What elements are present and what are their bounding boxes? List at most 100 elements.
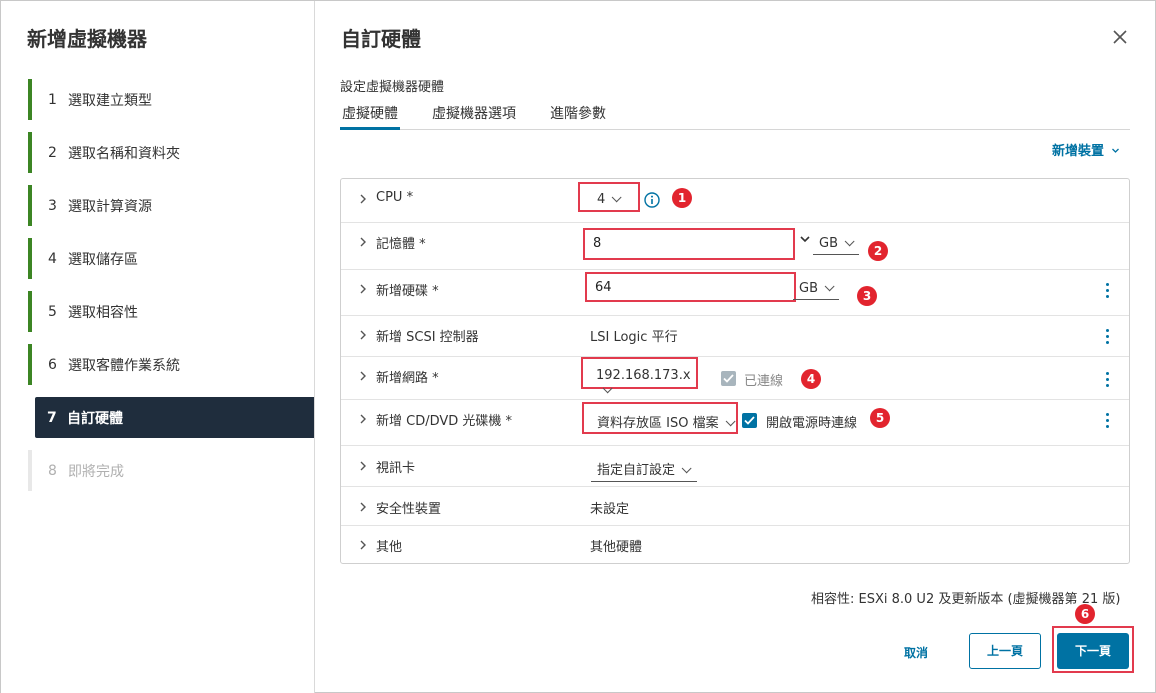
cdrom-source-select[interactable]: 資料存放區 ISO 檔案 <box>591 412 736 435</box>
network-select[interactable]: 192.168.173.x <box>590 368 693 402</box>
chevron-down-icon <box>824 281 835 292</box>
step-number: 3 <box>48 197 57 214</box>
chevron-down-icon <box>844 236 855 247</box>
scsi-label: 新增 SCSI 控制器 <box>376 330 479 345</box>
chevron-right-icon[interactable] <box>358 461 368 471</box>
memory-label: 記憶體 * <box>376 237 426 252</box>
hw-row-scsi: 新增 SCSI 控制器 LSI Logic 平行 <box>341 316 1129 357</box>
disk-more-menu[interactable] <box>1104 283 1110 299</box>
chevron-right-icon[interactable] <box>358 371 368 381</box>
tab-bar: 虛擬硬體 虛擬機器選項 進階參數 <box>340 101 1130 130</box>
step-label: 選取建立類型 <box>68 92 152 109</box>
chevron-right-icon[interactable] <box>358 330 368 340</box>
chevron-down-icon <box>611 192 622 203</box>
step-number: 4 <box>48 250 57 267</box>
cdrom-more-menu[interactable] <box>1104 413 1110 429</box>
annotation-badge-2: 2 <box>868 241 888 261</box>
chevron-right-icon[interactable] <box>358 284 368 294</box>
scsi-value: LSI Logic 平行 <box>590 330 678 345</box>
content-panel: 自訂硬體 設定虛擬機器硬體 虛擬硬體 虛擬機器選項 進階參數 新增裝置 CPU … <box>316 1 1156 693</box>
memory-input[interactable]: 8 <box>583 228 795 260</box>
hw-row-cdrom: 新增 CD/DVD 光碟機 * 資料存放區 ISO 檔案 開啟電源時連線 5 <box>341 400 1129 446</box>
chevron-right-icon[interactable] <box>358 502 368 512</box>
video-label: 視訊卡 <box>376 461 416 476</box>
chevron-right-icon[interactable] <box>358 237 368 247</box>
annotation-badge-1: 1 <box>672 188 692 208</box>
other-value: 其他硬體 <box>590 540 643 555</box>
network-more-menu[interactable] <box>1104 372 1110 388</box>
check-icon <box>723 374 734 383</box>
step-label: 即將完成 <box>68 463 124 480</box>
step-label: 選取名稱和資料夾 <box>68 145 180 162</box>
disk-unit-select[interactable]: GB <box>793 281 839 300</box>
annotation-badge-6: 6 <box>1075 604 1095 624</box>
step-number: 8 <box>48 462 57 479</box>
step-label: 選取相容性 <box>68 304 138 321</box>
annotation-badge-3: 3 <box>857 286 877 306</box>
cdrom-connect-at-power-on-label: 開啟電源時連線 <box>766 416 858 431</box>
virtual-hardware-table: CPU * 4 1 記憶體 * 8 GB 2 新增硬碟 * 64 GB 3 新增… <box>340 178 1130 564</box>
hw-row-network: 新增網路 * 192.168.173.x 已連線 4 <box>341 357 1129 400</box>
step-number: 5 <box>48 303 57 320</box>
close-icon <box>1113 30 1127 44</box>
wizard-step-8: 8 即將完成 <box>28 450 314 491</box>
network-connected-label: 已連線 <box>744 374 784 389</box>
cpu-select[interactable]: 4 <box>591 192 633 211</box>
cancel-button[interactable]: 取消 <box>904 644 928 661</box>
hw-row-video: 視訊卡 指定自訂設定 <box>341 446 1129 487</box>
cdrom-value: 資料存放區 ISO 檔案 <box>597 416 719 431</box>
wizard-step-5[interactable]: 5 選取相容性 <box>28 291 314 332</box>
cpu-label: CPU * <box>376 190 414 205</box>
step-number: 7 <box>47 409 57 426</box>
compatibility-text: 相容性: ESXi 8.0 U2 及更新版本 (虛擬機器第 21 版) <box>811 592 1121 607</box>
security-value: 未設定 <box>590 502 630 517</box>
tab-virtual-hardware[interactable]: 虛擬硬體 <box>340 101 400 130</box>
wizard-step-6[interactable]: 6 選取客體作業系統 <box>28 344 314 385</box>
add-device-button[interactable]: 新增裝置 <box>1052 140 1120 159</box>
chevron-down-icon <box>681 463 692 474</box>
chevron-right-icon[interactable] <box>358 540 368 550</box>
wizard-step-7[interactable]: 7 自訂硬體 <box>35 397 314 438</box>
wizard-step-2[interactable]: 2 選取名稱和資料夾 <box>28 132 314 173</box>
network-label: 新增網路 * <box>376 371 439 386</box>
step-number: 2 <box>48 144 57 161</box>
step-label: 自訂硬體 <box>67 410 123 427</box>
info-icon[interactable] <box>644 192 660 208</box>
memory-unit-select[interactable]: GB <box>813 236 859 255</box>
wizard-step-1[interactable]: 1 選取建立類型 <box>28 79 314 120</box>
tab-vm-options[interactable]: 虛擬機器選項 <box>430 101 518 130</box>
wizard-sidebar: 新增虛擬機器 1 選取建立類型 2 選取名稱和資料夾 3 選取計算資源 4 選取… <box>1 1 315 693</box>
page-subtitle: 設定虛擬機器硬體 <box>340 80 445 95</box>
close-button[interactable] <box>1109 26 1131 48</box>
wizard-step-4[interactable]: 4 選取儲存區 <box>28 238 314 279</box>
cpu-value: 4 <box>597 192 606 207</box>
hw-row-cpu: CPU * 4 1 <box>341 179 1129 223</box>
step-label: 選取客體作業系統 <box>68 357 180 374</box>
chevron-down-icon <box>602 383 613 394</box>
check-icon <box>744 416 755 425</box>
memory-unit-value: GB <box>819 236 838 251</box>
step-number: 1 <box>48 91 57 108</box>
tab-advanced-parameters[interactable]: 進階參數 <box>548 101 608 130</box>
video-settings-select[interactable]: 指定自訂設定 <box>591 459 697 482</box>
annotation-badge-5: 5 <box>870 408 890 428</box>
disk-label: 新增硬碟 * <box>376 284 439 299</box>
hw-row-other: 其他 其他硬體 <box>341 526 1129 564</box>
scsi-more-menu[interactable] <box>1104 329 1110 345</box>
chevron-right-icon[interactable] <box>358 414 368 424</box>
wizard-title: 新增虛擬機器 <box>27 27 147 51</box>
cdrom-connect-at-power-on-checkbox[interactable] <box>742 413 757 428</box>
chevron-right-icon[interactable] <box>358 194 368 204</box>
back-button[interactable]: 上一頁 <box>969 633 1041 669</box>
next-button[interactable]: 下一頁 <box>1057 633 1129 669</box>
annotation-badge-4: 4 <box>801 369 821 389</box>
hw-row-disk: 新增硬碟 * 64 GB 3 <box>341 270 1129 316</box>
chevron-down-icon <box>725 416 736 427</box>
wizard-step-3[interactable]: 3 選取計算資源 <box>28 185 314 226</box>
network-connected-checkbox[interactable] <box>721 371 736 386</box>
network-value: 192.168.173.x <box>596 368 691 383</box>
step-label: 選取儲存區 <box>68 251 138 268</box>
disk-size-input[interactable]: 64 <box>585 272 796 302</box>
step-number: 6 <box>48 356 57 373</box>
chevron-down-icon[interactable] <box>799 234 811 244</box>
